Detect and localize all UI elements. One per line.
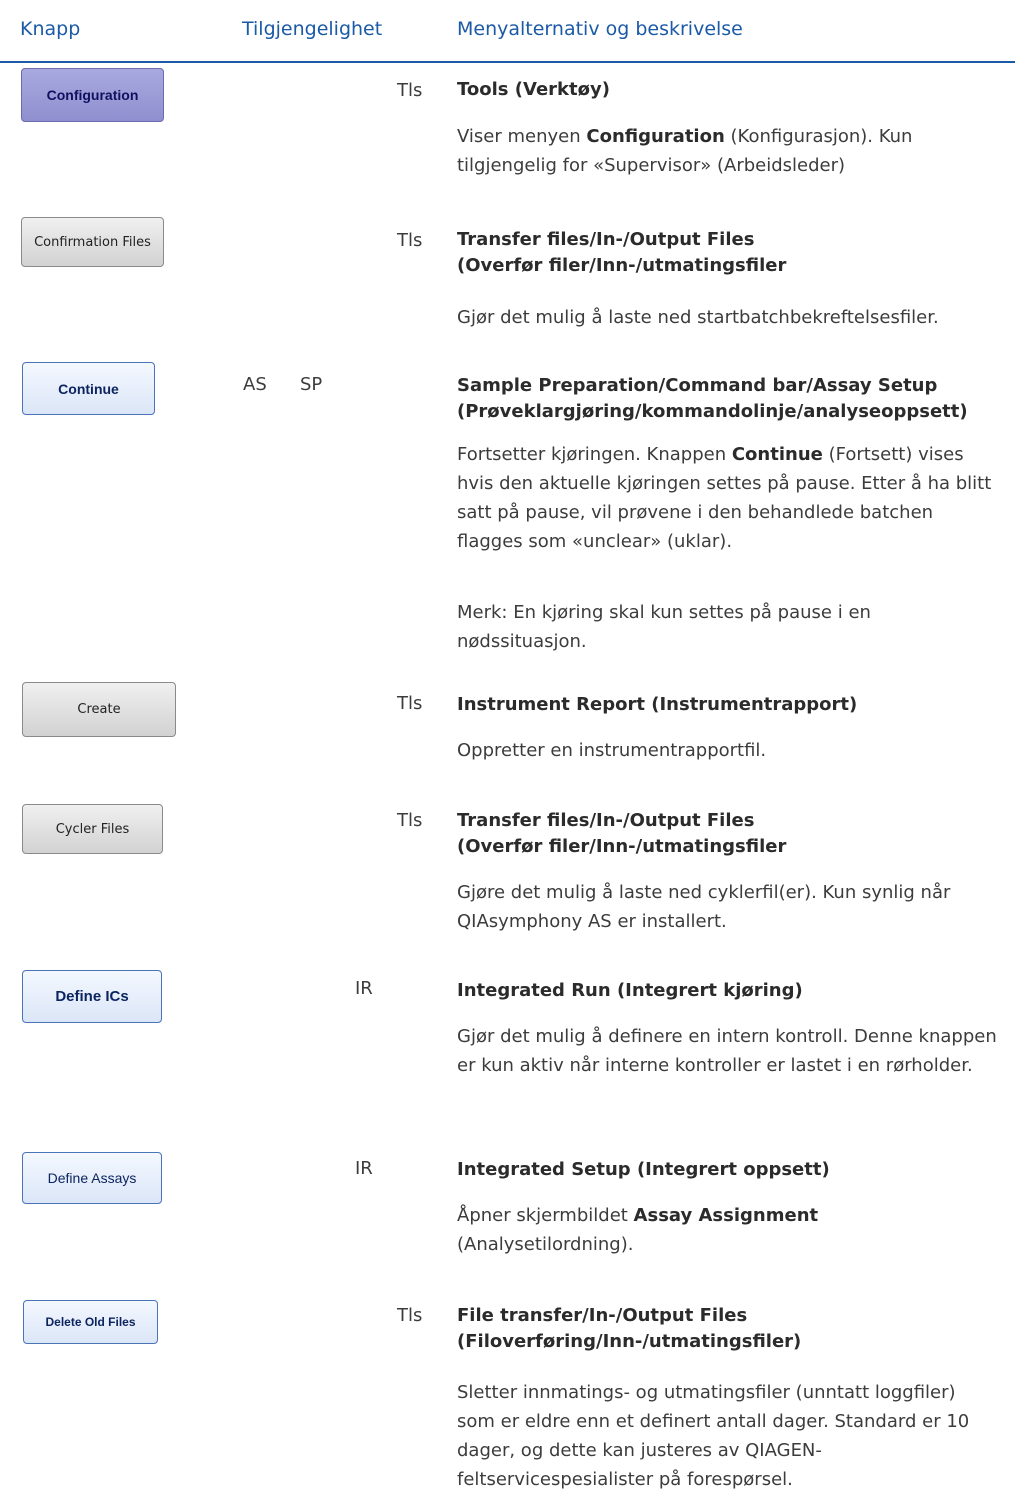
description: Gjør det mulig å laste ned startbatchbek… — [457, 307, 939, 328]
col-header-availability: Tilgjengelighet — [242, 18, 383, 40]
availability: Tls — [397, 230, 423, 251]
menu-title: Sample Preparation/Command bar/Assay Set… — [457, 375, 938, 396]
description: Oppretter en instrumentrapportfil. — [457, 740, 767, 761]
description: Sletter innmatings- og utmatingsfiler (u… — [457, 1382, 970, 1490]
confirmation-files-button[interactable]: Confirmation Files — [21, 217, 164, 267]
availability: Tls — [397, 693, 423, 714]
menu-title: Transfer files/In-/Output Files — [457, 229, 755, 250]
define-assays-button[interactable]: Define Assays — [22, 1152, 162, 1204]
availability: Tls — [397, 1305, 423, 1326]
menu-title-translation: (Overfør filer/Inn-/utmatingsfiler — [457, 255, 787, 276]
description: Viser menyen Configuration (Konfigurasjo… — [457, 126, 913, 176]
availability: Tls — [397, 80, 423, 101]
menu-title-translation: (Overfør filer/Inn-/utmatingsfiler — [457, 836, 787, 857]
description: Gjøre det mulig å laste ned cyklerfil(er… — [457, 882, 951, 932]
availability: SP — [300, 374, 323, 395]
col-header-button: Knapp — [20, 18, 81, 40]
availability: IR — [355, 1158, 373, 1179]
header-divider — [0, 61, 1015, 63]
menu-title: Transfer files/In-/Output Files — [457, 810, 755, 831]
menu-title: Integrated Run (Integrert kjøring) — [457, 980, 803, 1001]
availability: IR — [355, 978, 373, 999]
menu-title: Tools (Verktøy) — [457, 79, 610, 100]
cycler-files-button[interactable]: Cycler Files — [22, 804, 163, 854]
create-button[interactable]: Create — [22, 682, 176, 737]
menu-title-translation: (Filoverføring/Inn-/utmatingsfiler) — [457, 1331, 802, 1352]
menu-title-translation: (Prøveklargjøring/kommandolinje/analyseo… — [457, 401, 968, 422]
configuration-button[interactable]: Configuration — [21, 68, 164, 122]
define-ics-button[interactable]: Define ICs — [22, 970, 162, 1023]
menu-title: Instrument Report (Instrumentrapport) — [457, 694, 858, 715]
description: Åpner skjermbildet Assay Assignment (Ana… — [457, 1205, 819, 1255]
availability: Tls — [397, 810, 423, 831]
note: Merk: En kjøring skal kun settes på paus… — [457, 602, 871, 652]
col-header-menu: Menyalternativ og beskrivelse — [457, 18, 743, 40]
delete-old-files-button[interactable]: Delete Old Files — [23, 1300, 158, 1344]
description: Gjør det mulig å definere en intern kont… — [457, 1026, 997, 1076]
menu-title: File transfer/In-/Output Files — [457, 1305, 748, 1326]
menu-title: Integrated Setup (Integrert oppsett) — [457, 1159, 830, 1180]
table-header: Knapp Tilgjengelighet Menyalternativ og … — [0, 0, 1015, 63]
continue-button[interactable]: Continue — [22, 362, 155, 415]
description: Fortsetter kjøringen. Knappen Continue (… — [457, 444, 992, 552]
availability: AS — [243, 374, 267, 395]
